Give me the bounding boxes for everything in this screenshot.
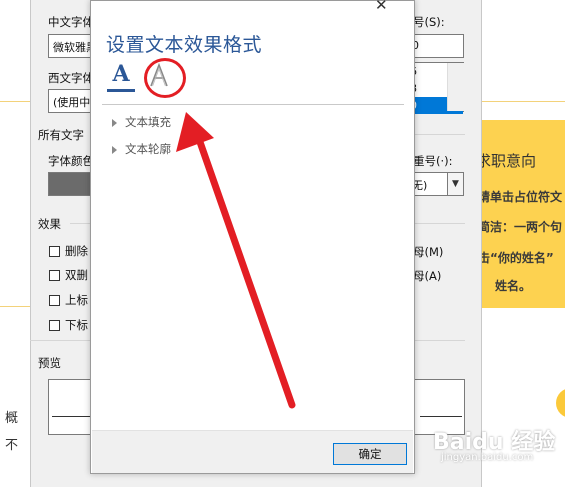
group-divider [415,340,465,341]
preview-label: 预览 [38,356,61,370]
size-label: 号(S): [413,15,445,29]
tree-item-label: 文本轮廓 [125,142,171,156]
size-field[interactable]: 0 [407,34,464,58]
western-font-label: 西文字体 [48,71,94,85]
font-color-dropdown[interactable] [48,172,94,196]
group-divider [70,223,92,224]
expand-triangle-icon [112,118,117,127]
watermark-url: jingyan.baidu.com [441,452,534,463]
text-fill-icon[interactable]: A [110,60,132,90]
emphasis-label: 重号(·): [413,154,453,168]
group-divider [30,340,90,341]
tab-separator [102,104,404,105]
card-title: 求职意向 [476,152,537,170]
card-line: 姓名。 [495,279,532,293]
expand-triangle-icon [112,145,117,154]
subscript-checkbox[interactable] [49,320,60,331]
chevron-down-icon[interactable]: ▼ [447,173,463,195]
subscript-label: 下标 [65,318,88,332]
doc-divider [0,306,30,307]
tree-item-label: 文本填充 [125,115,171,129]
card-line: 请单击占位符文 [478,190,563,204]
superscript-checkbox[interactable] [49,295,60,306]
group-divider [415,134,465,135]
text-fill-tab-indicator [107,89,135,92]
effects-label: 效果 [38,217,61,231]
text-effects-dialog [90,0,415,474]
dialog-title: 设置文本效果格式 [106,34,263,56]
preview-baseline [52,416,90,417]
chinese-font-field[interactable]: 微软雅黑 [48,34,94,58]
card-line: 击“你的姓名” [478,251,554,265]
tree-item-text-outline[interactable]: 文本轮廓 [112,141,171,157]
close-icon[interactable]: ✕ [375,0,388,14]
font-color-label: 字体颜色 [48,154,94,168]
size-list-scrollbar[interactable] [447,63,464,111]
strikethrough-label: 删除 [65,244,88,258]
tree-item-text-fill[interactable]: 文本填充 [112,114,171,130]
chinese-font-label: 中文字体 [48,15,94,29]
superscript-label: 上标 [65,293,88,307]
all-caps-label: 母(A) [413,269,442,283]
small-caps-label: 母(M) [413,245,444,259]
card-line: 简洁：一两个句 [478,220,563,234]
double-strikethrough-checkbox[interactable] [49,270,60,281]
western-font-field[interactable]: (使用中 [48,89,94,113]
group-divider [415,223,465,224]
doc-text: 不 [5,438,19,453]
doc-text: 概 [5,411,19,426]
strikethrough-checkbox[interactable] [49,246,60,257]
watermark: Baidu 经验 jingyan.baidu.com [413,410,565,487]
all-text-label: 所有文字 [38,128,84,142]
double-strikethrough-label: 双删 [65,268,88,282]
ok-button[interactable]: 确定 [333,443,407,465]
highlight-circle [144,58,186,98]
